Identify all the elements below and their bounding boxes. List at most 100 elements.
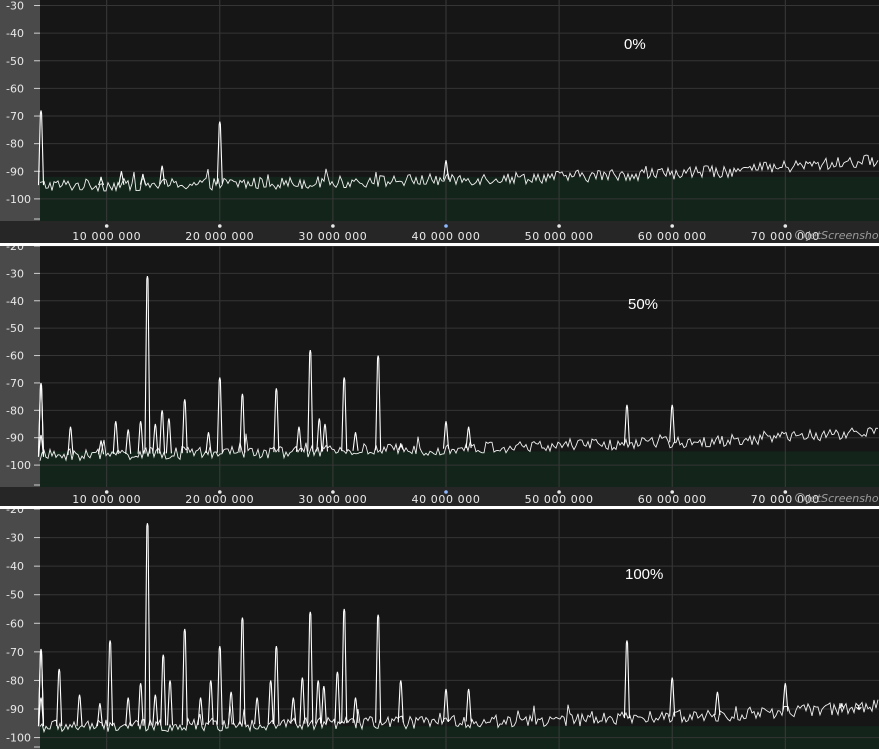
spectrum-peak-4 (76, 694, 83, 727)
spectrum-peak-18 (239, 617, 246, 725)
noise-band (40, 451, 879, 487)
x-tick-label: 40 000 000 (412, 493, 481, 506)
spectrum-chart-1: -20 -30 -40 -50 -60 -70 -80 -90 -100 10 000 000 20… (0, 246, 879, 506)
spectrum-peak-9 (144, 523, 151, 726)
spectrum-peak-24 (307, 611, 314, 724)
x-tick-label: 50 000 000 (525, 493, 594, 506)
x-tick-mark (104, 224, 109, 228)
x-tick-mark (331, 224, 335, 228)
spectrum-peak-25 (315, 680, 322, 724)
spectrum-peak-26 (320, 686, 327, 724)
spectrum-peak-11 (165, 418, 172, 454)
y-tick-label: -90 (6, 165, 24, 178)
x-tick-mark (557, 224, 561, 228)
spectrum-peak-11 (160, 654, 167, 726)
spectrum-peak-12 (166, 680, 174, 726)
y-tick-label: -100 (6, 459, 31, 472)
y-tick-label: -100 (6, 732, 31, 745)
spectrum-peak-22 (352, 432, 359, 451)
spectrum-peak-19 (316, 418, 323, 452)
y-tick-label: -60 (6, 82, 24, 95)
spectrum-peak-29 (352, 697, 359, 724)
spectrum-peak-7 (125, 697, 132, 726)
spectrum-peak-21 (273, 646, 280, 725)
level-label-0: 0% (624, 36, 646, 53)
spectrum-peak-15 (207, 680, 214, 725)
level-label-1: 50% (628, 296, 659, 313)
spectrum-peak-28 (341, 608, 348, 724)
y-tick-label: -90 (6, 432, 24, 445)
spectrum-peak-33 (465, 688, 472, 722)
spectrum-peak-15 (239, 393, 246, 453)
y-tick-label: -20 (6, 509, 24, 516)
spectrum-peak-12 (181, 399, 188, 454)
x-tick-label: 20 000 000 (185, 230, 254, 243)
level-label-2: 100% (625, 566, 664, 583)
spectrum-chart-2: -20 -30 -40 -50 -60 -70 -80 -90 -100 (0, 509, 879, 749)
y-tick-label: -40 (6, 295, 24, 308)
spectrum-peak-39 (855, 706, 862, 711)
spectrum-peak-36 (714, 691, 721, 716)
spectrum-peak-10 (152, 694, 159, 726)
x-tick-label: 60 000 000 (638, 493, 707, 506)
spectrum-peak-20 (267, 680, 274, 725)
spectrum-peak-3 (56, 668, 63, 727)
spectrum-peak-6 (125, 429, 132, 454)
spectrum-chart-0: -30 -40 -50 -60 -70 -80 -90 -100 10 000 000 20 00… (0, 0, 879, 243)
spectrum-peak-19 (254, 697, 261, 725)
spectrum-peak-9 (152, 423, 159, 454)
spectrum-peak-23 (299, 677, 306, 724)
spectrum-peak-14 (197, 697, 204, 725)
x-tick-mark (218, 224, 222, 228)
x-tick-label: 10 000 000 (72, 493, 141, 506)
spectrum-peak-30 (375, 614, 382, 723)
watermark-text: jetScreenshot (805, 492, 879, 505)
y-tick-label: -40 (6, 560, 24, 573)
y-tick-label: -40 (6, 27, 24, 40)
spectrum-peak-13 (181, 628, 188, 726)
y-axis-gutter (0, 246, 40, 487)
spectrum-peak-18 (307, 349, 314, 452)
x-tick-label: 10 000 000 (72, 230, 141, 243)
y-tick-label: -50 (6, 322, 24, 335)
x-tick-label: 50 000 000 (525, 230, 594, 243)
spectrum-peak-6 (107, 640, 114, 727)
spectrum-panel-0: -30 -40 -50 -60 -70 -80 -90 -100 10 000 000 20 00… (0, 0, 879, 243)
spectrum-panel-1: -20 -30 -40 -50 -60 -70 -80 -90 -100 10 000 000 20… (0, 246, 879, 506)
spectrum-peak-27 (334, 671, 341, 724)
y-tick-label: -20 (6, 246, 24, 253)
spectrum-peak-21 (341, 377, 348, 452)
x-tick-label: 60 000 000 (638, 230, 707, 243)
spectrum-peak-23 (375, 355, 382, 451)
y-tick-label: -70 (6, 377, 24, 390)
x-tick-label: 30 000 000 (298, 230, 367, 243)
spectrum-peak-17 (295, 426, 303, 452)
spectrum-peak-16 (273, 388, 280, 453)
y-tick-label: -50 (6, 589, 24, 602)
x-tick-mark (670, 224, 674, 228)
x-tick-mark (444, 224, 448, 228)
y-tick-label: -30 (6, 267, 24, 280)
y-tick-label: -60 (6, 617, 24, 630)
spectrum-peak-10 (159, 410, 166, 454)
y-tick-label: -60 (6, 350, 24, 363)
watermark-text: jetScreenshot (805, 229, 879, 242)
y-tick-label: -50 (6, 55, 24, 68)
y-tick-label: -80 (6, 674, 24, 687)
y-tick-label: -70 (6, 646, 24, 659)
y-tick-label: -70 (6, 110, 24, 123)
y-tick-label: -30 (6, 0, 24, 13)
x-tick-mark (783, 224, 788, 228)
x-tick-label: 20 000 000 (185, 493, 254, 506)
y-tick-label: -30 (6, 532, 24, 545)
y-tick-label: -100 (6, 193, 31, 206)
spectrum-peak-8 (137, 683, 144, 726)
y-tick-label: -90 (6, 703, 24, 716)
x-tick-label: 30 000 000 (298, 493, 367, 506)
y-tick-label: -80 (6, 138, 24, 151)
spectrum-peak-13 (205, 432, 212, 453)
spectrum-peak-8 (144, 276, 151, 454)
x-tick-label: 40 000 000 (412, 230, 481, 243)
y-tick-label: -80 (6, 404, 24, 417)
spectrum-panel-2: -20 -30 -40 -50 -60 -70 -80 -90 -100 100% (0, 509, 879, 749)
